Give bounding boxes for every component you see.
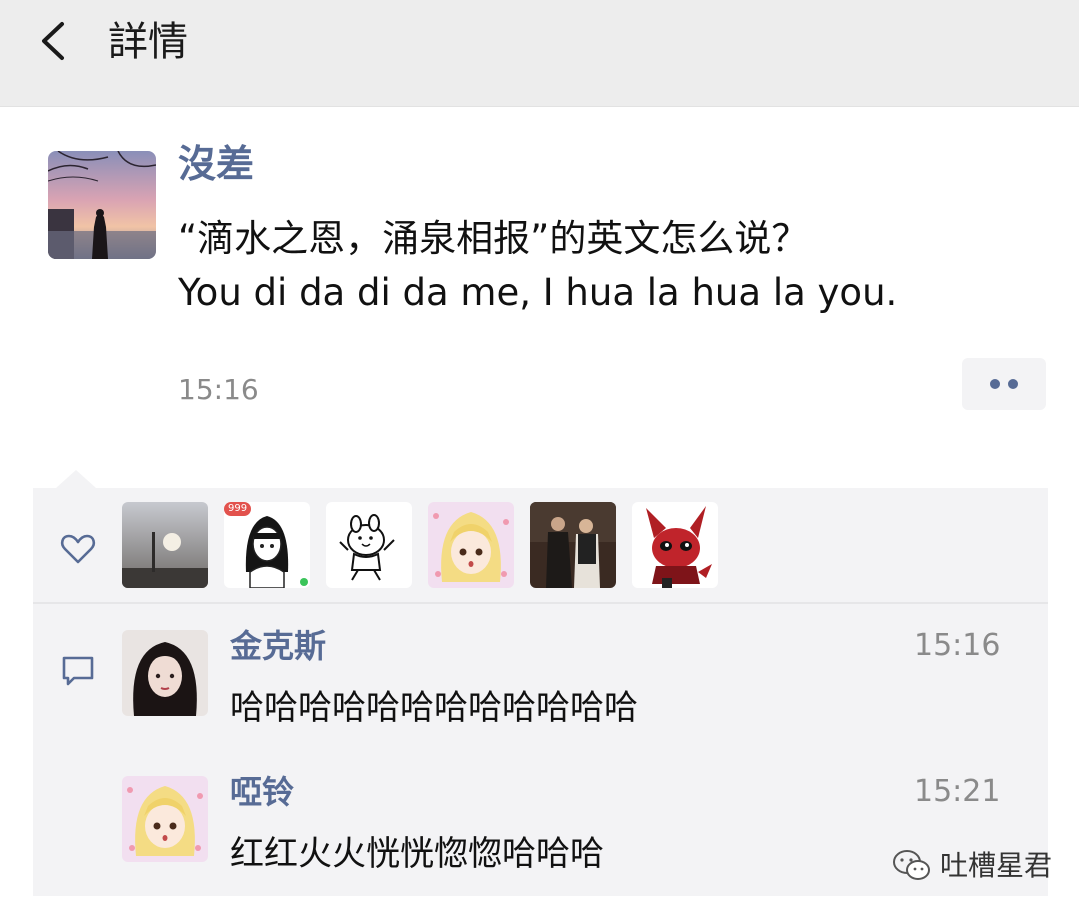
liker-avatar[interactable] — [428, 502, 514, 588]
post-text-line: “滴水之恩，涌泉相报”的英文怎么说？ — [178, 217, 809, 260]
watermark: 吐槽星君 — [892, 843, 1052, 889]
commenter-name[interactable]: 啞铃 — [230, 770, 294, 814]
post-author-avatar[interactable] — [48, 151, 156, 259]
commenter-avatar[interactable] — [122, 630, 208, 716]
wechat-logo-icon — [893, 850, 930, 880]
notification-badge: 999 — [224, 502, 252, 516]
commenter-avatar[interactable] — [122, 776, 208, 862]
liker-avatar[interactable] — [122, 502, 208, 588]
liker-avatar[interactable] — [530, 502, 616, 588]
header-bar: 詳情 — [0, 0, 1079, 107]
comment-text[interactable]: 哈哈哈哈哈哈哈哈哈哈哈哈 — [230, 684, 638, 732]
panel-pointer — [56, 470, 96, 488]
post-timestamp: 15:16 — [178, 373, 259, 406]
post-text-line: You di da di da me, I hua la hua la you. — [178, 271, 898, 314]
liker-avatar[interactable]: 999 — [224, 502, 310, 589]
comment-bubble-icon — [62, 656, 94, 686]
liker-avatar[interactable] — [632, 502, 718, 588]
more-actions-button[interactable] — [962, 358, 1046, 410]
liker-avatar[interactable] — [326, 502, 412, 588]
comment-timestamp: 15:21 — [914, 774, 1001, 809]
post-content: “滴水之恩，涌泉相报”的英文怎么说？ You di da di da me, I… — [178, 212, 1058, 320]
comment-text[interactable]: 红红火火恍恍惚惚哈哈哈 — [230, 830, 604, 878]
more-dots-icon — [990, 379, 1000, 389]
back-button[interactable] — [30, 16, 80, 66]
commenter-name[interactable]: 金克斯 — [230, 624, 326, 668]
post-author-name[interactable]: 沒差 — [178, 137, 254, 191]
heart-outline-icon — [60, 534, 96, 564]
more-dots-icon — [1008, 379, 1018, 389]
watermark-text: 吐槽星君 — [940, 849, 1053, 882]
moments-detail-page: 詳情 沒差 “滴水之恩，涌泉相报”的英文怎么说？ You di da di da… — [0, 0, 1079, 913]
page-title: 詳情 — [108, 19, 188, 65]
comment-timestamp: 15:16 — [914, 628, 1001, 663]
chevron-left-icon — [42, 22, 64, 60]
